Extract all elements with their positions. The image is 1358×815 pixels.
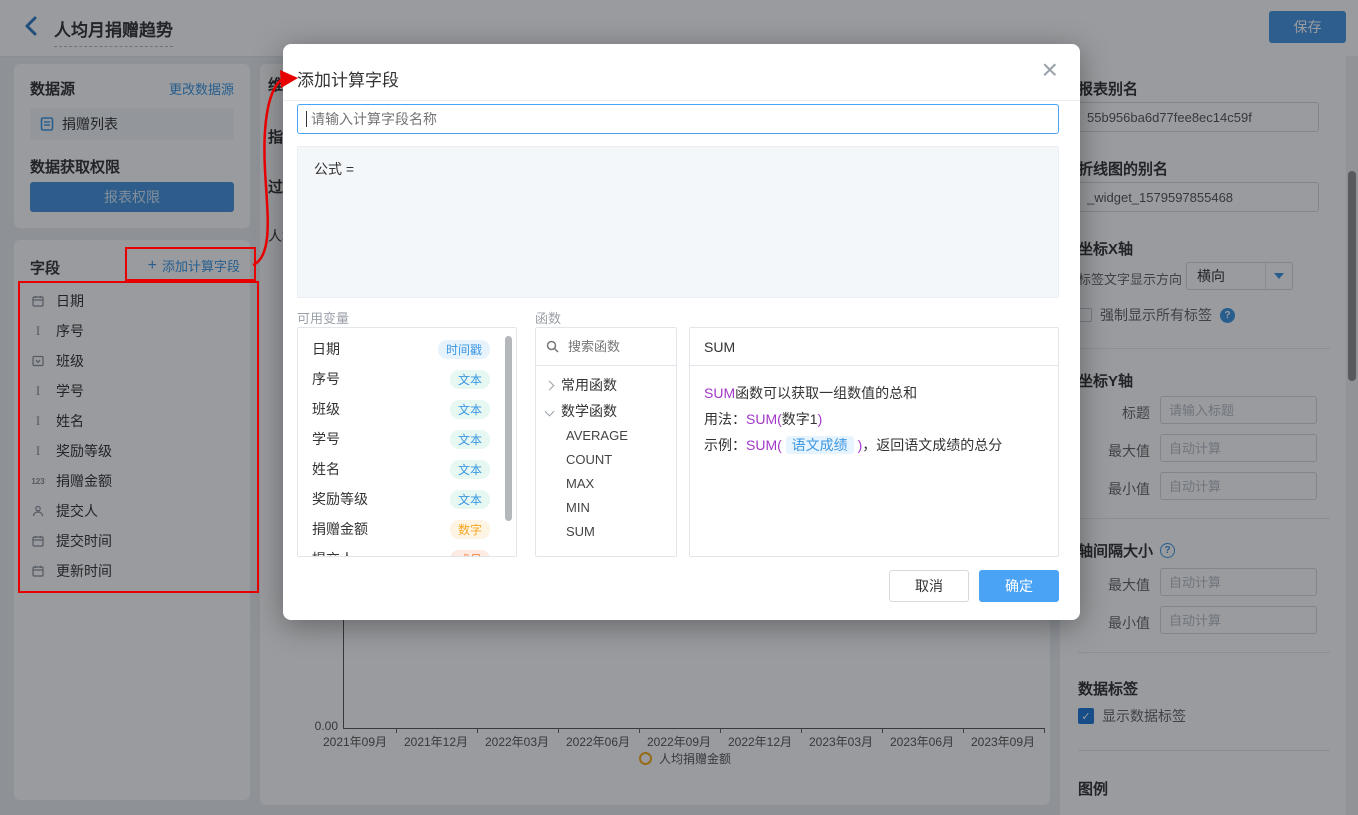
variable-name: 捐赠金额 [312,519,368,539]
variables-panel: 日期时间戳 序号文本 班级文本 学号文本 姓名文本 奖励等级文本 捐赠金额数字 … [297,327,517,557]
variables-title: 可用变量 [297,308,349,327]
variable-name: 日期 [312,339,340,359]
keyword: SUM [704,385,735,401]
variable-name: 提交人 [312,549,354,557]
functions-title: 函数 [535,308,561,327]
variable-item[interactable]: 姓名 文本 [298,454,516,484]
variable-name: 班级 [312,399,340,419]
function-search-row [536,328,676,366]
variable-item[interactable]: 日期 时间戳 [298,334,516,364]
app-root: 人均月捐赠趋势 保存 数据源 更改数据源 捐赠列表 数据获取权限 报表权限 字段… [0,0,1358,815]
type-badge-number: 数字 [450,520,490,539]
variable-item[interactable]: 学号 文本 [298,424,516,454]
doc-label: 示例： [704,437,746,453]
function-item[interactable]: AVERAGE [536,424,676,448]
calc-field-name-input[interactable] [307,111,1058,127]
function-group-math[interactable]: 数学函数 [536,398,676,424]
confirm-button[interactable]: 确定 [979,570,1059,602]
function-item[interactable]: MAX [536,472,676,496]
calc-field-name-wrap [297,104,1059,134]
variable-name: 序号 [312,369,340,389]
doc-description: SUM函数可以获取一组数值的总和 [704,380,1044,406]
doc-text: 函数可以获取一组数值的总和 [735,385,917,401]
type-badge-timestamp: 时间戳 [438,340,490,359]
keyword: ) [818,411,823,427]
variable-item[interactable]: 捐赠金额 数字 [298,514,516,544]
doc-header: SUM [690,328,1058,366]
doc-usage: 用法：SUM(数字1) [704,406,1044,432]
variable-name: 奖励等级 [312,489,368,509]
function-group-label: 数学函数 [561,401,617,421]
search-icon [546,340,559,353]
formula-editor[interactable]: 公式 = [297,146,1059,298]
type-badge-text: 文本 [450,460,490,479]
field-pill: 语文成绩 [786,436,854,454]
variable-item[interactable]: 奖励等级 文本 [298,484,516,514]
functions-panel: 常用函数 数学函数 AVERAGE COUNT MAX MIN SUM [535,327,677,557]
variable-name: 姓名 [312,459,340,479]
variable-name: 学号 [312,429,340,449]
type-badge-member: 成员 [450,550,490,558]
function-group-label: 常用函数 [561,375,617,395]
function-search-input[interactable] [566,338,660,355]
modal-title: 添加计算字段 [297,66,399,91]
type-badge-text: 文本 [450,370,490,389]
doc-example: 示例：SUM( 语文成绩 )，返回语文成绩的总分 [704,432,1044,458]
doc-label: 用法： [704,411,746,427]
variables-scrollbar-thumb[interactable] [505,336,512,521]
function-doc-panel: SUM SUM函数可以获取一组数值的总和 用法：SUM(数字1) 示例：SUM(… [689,327,1059,557]
chevron-right-icon [545,380,555,390]
keyword: SUM( [746,411,782,427]
cancel-button[interactable]: 取消 [889,570,969,602]
add-calc-field-modal: 添加计算字段 × 公式 = 可用变量 函数 日期时间戳 序号文本 班级文本 学号… [283,44,1080,620]
formula-label: 公式 = [314,159,354,179]
chevron-down-icon [545,406,555,416]
type-badge-text: 文本 [450,430,490,449]
type-badge-text: 文本 [450,490,490,509]
function-group-common[interactable]: 常用函数 [536,372,676,398]
function-item[interactable]: SUM [536,520,676,544]
variable-item[interactable]: 提交人 成员 [298,544,516,557]
variable-item[interactable]: 班级 文本 [298,394,516,424]
keyword: SUM( [746,437,782,453]
close-icon[interactable]: × [1042,56,1058,84]
variable-item[interactable]: 序号 文本 [298,364,516,394]
function-item[interactable]: COUNT [536,448,676,472]
doc-text: ，返回语文成绩的总分 [862,437,1002,453]
modal-header-divider [283,100,1080,101]
doc-text: 数字1 [782,411,818,427]
function-item[interactable]: MIN [536,496,676,520]
type-badge-text: 文本 [450,400,490,419]
